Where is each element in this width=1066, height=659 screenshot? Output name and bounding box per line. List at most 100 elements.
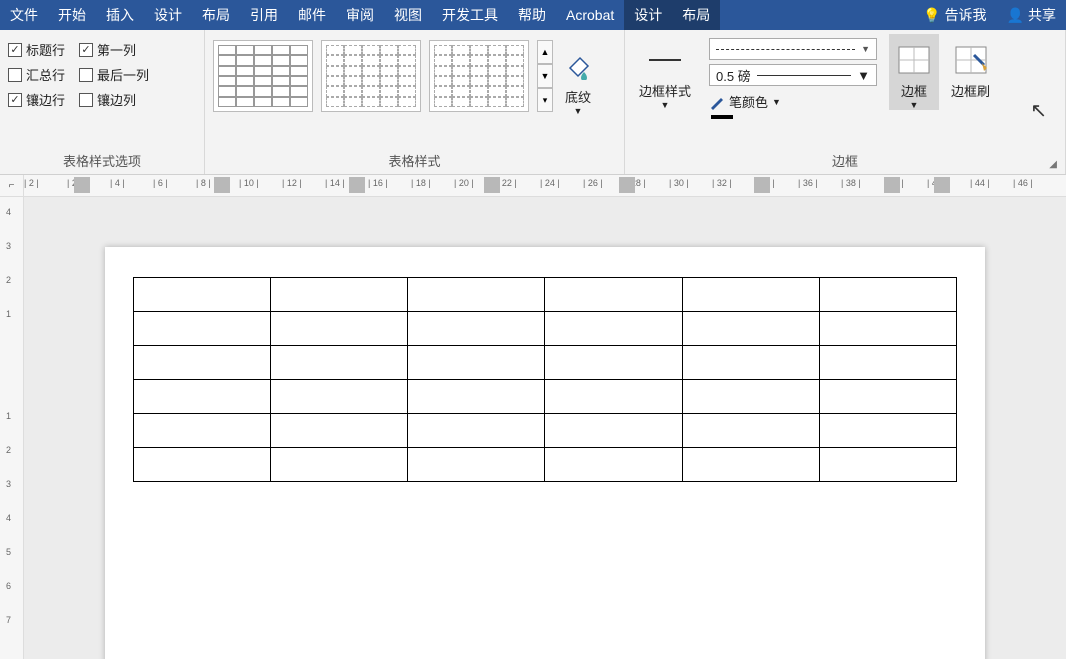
table-cell[interactable] — [134, 346, 271, 380]
document-page[interactable] — [105, 247, 985, 659]
table-style-thumb-1[interactable] — [213, 40, 313, 112]
table-cell[interactable] — [819, 312, 956, 346]
column-marker[interactable] — [619, 177, 635, 193]
table-cell[interactable] — [271, 346, 408, 380]
ruler-tick: | 30 | — [669, 178, 689, 188]
column-marker[interactable] — [754, 177, 770, 193]
table-cell[interactable] — [134, 414, 271, 448]
table-cell[interactable] — [545, 414, 682, 448]
table-row[interactable] — [134, 312, 957, 346]
table-cell[interactable] — [682, 346, 819, 380]
table-row[interactable] — [134, 278, 957, 312]
tab-help[interactable]: 帮助 — [508, 0, 556, 30]
column-marker[interactable] — [214, 177, 230, 193]
table-cell[interactable] — [408, 448, 545, 482]
table-cell[interactable] — [819, 448, 956, 482]
table-cell[interactable] — [545, 380, 682, 414]
table-cell[interactable] — [682, 312, 819, 346]
table-cell[interactable] — [819, 380, 956, 414]
gallery-scroll-up[interactable]: ▲ — [537, 40, 553, 64]
column-marker[interactable] — [884, 177, 900, 193]
table-cell[interactable] — [545, 346, 682, 380]
check-header-row[interactable]: ✓ 标题行 — [8, 40, 65, 59]
table-cell[interactable] — [545, 448, 682, 482]
document-table[interactable] — [133, 277, 957, 482]
tab-insert[interactable]: 插入 — [96, 0, 144, 30]
table-cell[interactable] — [134, 278, 271, 312]
table-cell[interactable] — [134, 448, 271, 482]
borders-button[interactable]: 边框 ▼ — [889, 34, 939, 110]
column-marker[interactable] — [484, 177, 500, 193]
tab-home[interactable]: 开始 — [48, 0, 96, 30]
table-cell[interactable] — [271, 380, 408, 414]
table-row[interactable] — [134, 380, 957, 414]
table-cell[interactable] — [682, 414, 819, 448]
tab-selector-icon[interactable]: ⌐ — [0, 175, 24, 196]
tab-file[interactable]: 文件 — [0, 0, 48, 30]
document-scroll-area[interactable] — [24, 197, 1066, 659]
check-total-row[interactable]: 汇总行 — [8, 65, 65, 84]
table-cell[interactable] — [545, 278, 682, 312]
ruler-tick: | 10 | — [239, 178, 259, 188]
line-style-select[interactable]: ▼ — [709, 38, 877, 60]
table-cell[interactable] — [271, 414, 408, 448]
border-painter-button[interactable]: 边框刷 — [945, 34, 996, 100]
border-styles-button[interactable]: 边框样式 ▼ — [633, 34, 697, 110]
table-row[interactable] — [134, 414, 957, 448]
horizontal-ruler[interactable]: ⌐ | 2 || 2 || 4 || 6 || 8 || 10 || 12 ||… — [0, 175, 1066, 197]
table-cell[interactable] — [545, 312, 682, 346]
tab-design[interactable]: 设计 — [144, 0, 192, 30]
table-cell[interactable] — [408, 312, 545, 346]
tab-references[interactable]: 引用 — [240, 0, 288, 30]
table-cell[interactable] — [408, 380, 545, 414]
table-cell[interactable] — [682, 380, 819, 414]
table-cell[interactable] — [134, 312, 271, 346]
check-last-column[interactable]: 最后一列 — [79, 65, 149, 84]
table-cell[interactable] — [682, 448, 819, 482]
tell-me[interactable]: 💡 告诉我 — [913, 0, 996, 30]
tab-table-layout[interactable]: 布局 — [672, 0, 720, 30]
table-cell[interactable] — [134, 380, 271, 414]
shading-button[interactable]: 底纹 ▼ — [553, 40, 603, 116]
table-cell[interactable] — [408, 414, 545, 448]
table-cell[interactable] — [271, 448, 408, 482]
tab-review[interactable]: 审阅 — [336, 0, 384, 30]
share-button[interactable]: 👤 共享 — [997, 0, 1066, 30]
table-cell[interactable] — [408, 346, 545, 380]
check-first-column[interactable]: ✓ 第一列 — [79, 40, 136, 59]
table-style-thumb-3[interactable] — [429, 40, 529, 112]
pen-color-swatch — [711, 115, 733, 119]
tab-layout[interactable]: 布局 — [192, 0, 240, 30]
dialog-launcher-icon[interactable]: ◢ — [1049, 159, 1057, 170]
tab-mailings[interactable]: 邮件 — [288, 0, 336, 30]
table-row[interactable] — [134, 346, 957, 380]
ruler-tick: 4 — [6, 207, 11, 217]
ruler-tick: | 16 | — [368, 178, 388, 188]
pen-color-button[interactable]: 笔颜色 ▼ — [709, 90, 877, 111]
table-cell[interactable] — [819, 414, 956, 448]
column-marker[interactable] — [934, 177, 950, 193]
table-cell[interactable] — [271, 312, 408, 346]
tab-developer[interactable]: 开发工具 — [432, 0, 508, 30]
dropdown-caret-icon: ▼ — [661, 100, 670, 110]
column-marker[interactable] — [349, 177, 365, 193]
column-marker[interactable] — [74, 177, 90, 193]
table-cell[interactable] — [408, 278, 545, 312]
table-cell[interactable] — [271, 278, 408, 312]
vertical-ruler[interactable]: 43211234567 — [0, 197, 24, 659]
check-banded-columns[interactable]: 镶边列 — [79, 90, 136, 109]
tab-acrobat[interactable]: Acrobat — [556, 0, 624, 30]
table-cell[interactable] — [819, 346, 956, 380]
gallery-scroll-down[interactable]: ▼ — [537, 64, 553, 88]
table-style-thumb-2[interactable] — [321, 40, 421, 112]
tab-table-design[interactable]: 设计 — [624, 0, 672, 30]
table-cell[interactable] — [819, 278, 956, 312]
table-row[interactable] — [134, 448, 957, 482]
table-cell[interactable] — [682, 278, 819, 312]
gallery-more[interactable]: ▾ — [537, 88, 553, 112]
ruler-tick: | 4 | — [110, 178, 125, 188]
check-banded-rows[interactable]: ✓ 镶边行 — [8, 90, 65, 109]
line-weight-select[interactable]: 0.5 磅 ▼ — [709, 64, 877, 86]
user-icon: 👤 — [1007, 7, 1024, 24]
tab-view[interactable]: 视图 — [384, 0, 432, 30]
